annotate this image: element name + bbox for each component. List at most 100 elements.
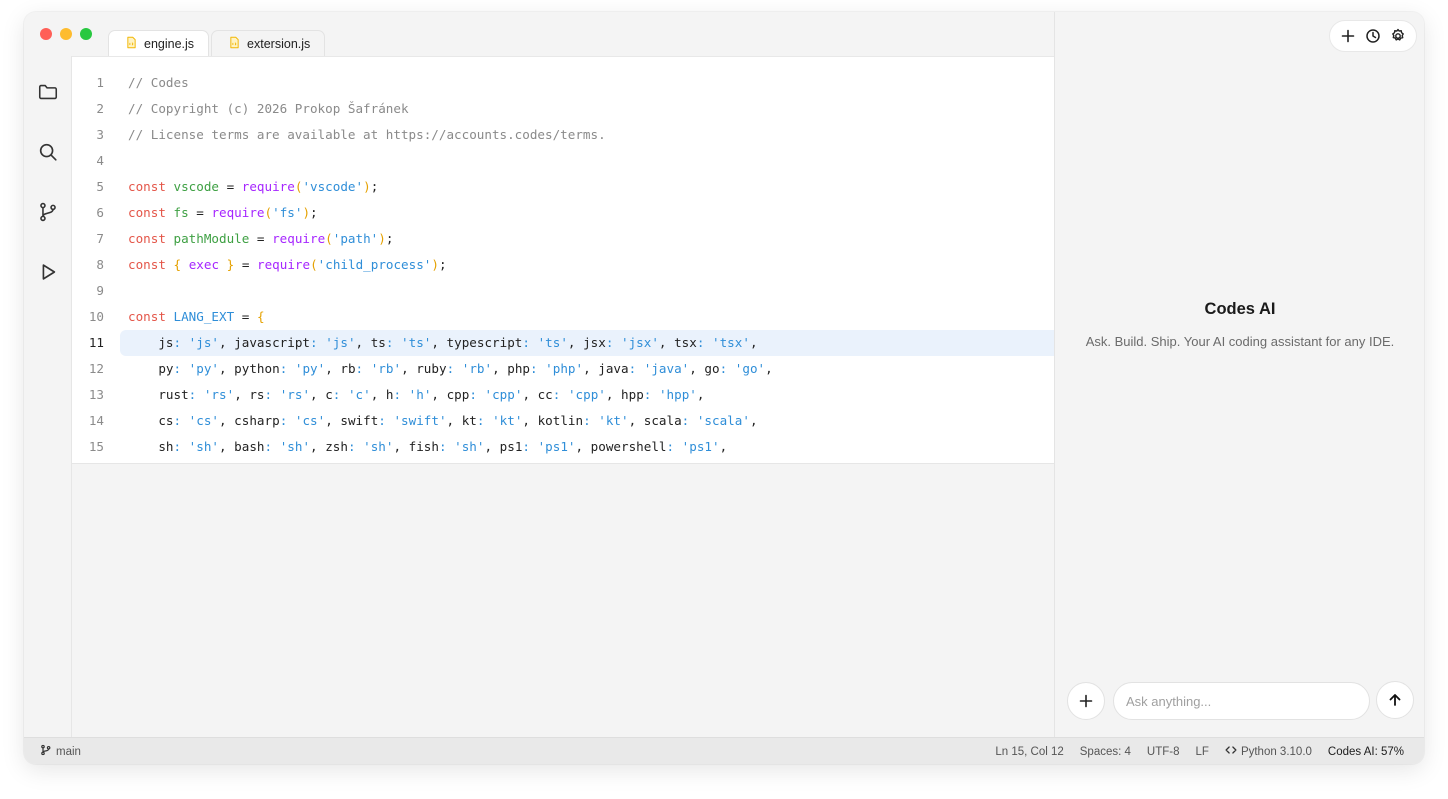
token-string: 'sh' [355,439,394,454]
settings-gear-icon[interactable] [1389,27,1407,45]
code-line[interactable]: 6 const fs = require('fs'); [72,200,1054,226]
indentation-setting[interactable]: Spaces: 4 [1080,746,1131,758]
ai-usage-status[interactable]: Codes AI: 57% [1328,746,1404,758]
code-line[interactable]: 3 // License terms are available at https… [72,122,1054,148]
code-line[interactable]: 4 [72,148,1054,174]
code-line[interactable]: 8 const { exec } = require('child_process… [72,252,1054,278]
code-text: // License terms are available at https:… [128,122,606,148]
token-identifier: = [219,179,242,194]
token-identifier: cs [128,413,174,428]
zoom-window-button[interactable] [80,28,92,40]
send-button[interactable] [1376,681,1414,719]
search-icon[interactable] [37,141,59,163]
token-identifier: = [234,309,257,324]
ai-panel-description: Ask. Build. Ship. Your AI coding assista… [1085,334,1395,349]
token-string: : [522,439,530,454]
minimize-window-button[interactable] [60,28,72,40]
token-identifier: , ps1 [484,439,523,454]
token-function: require [241,179,295,194]
line-number: 13 [88,387,104,402]
token-bracket: ( [310,257,318,272]
tab-extersion-js[interactable]: extersion.js [211,30,326,56]
line-number: 6 [96,205,104,220]
end-of-line[interactable]: LF [1196,746,1209,758]
token-identifier: , swift [325,413,379,428]
git-branch-icon [40,744,52,759]
code-line[interactable]: 14 cs: 'cs', csharp: 'cs', swift: 'swift… [72,408,1054,434]
explorer-folder-icon[interactable] [37,81,59,103]
code-line[interactable]: 7 const pathModule = require('path'); [72,226,1054,252]
source-control-icon[interactable] [37,201,59,223]
token-string: 'c' [340,387,371,402]
token-function: exec [188,257,220,272]
run-play-icon[interactable] [37,261,59,283]
code-editor[interactable]: 1 // Codes 2 // Copyright (c) 2026 Prokop Š… [72,56,1054,464]
code-line[interactable]: 5 const vscode = require('vscode'); [72,174,1054,200]
code-text: py: 'py', python: 'py', rb: 'rb', ruby: … [128,356,773,382]
code-text: js: 'js', javascript: 'js', ts: 'ts', ty… [128,330,757,356]
line-number: 5 [96,179,104,194]
code-brackets-icon [1225,744,1237,759]
code-line[interactable]: 9 [72,278,1054,304]
token-keyword: const [128,231,166,246]
token-string: : [666,439,675,454]
token-identifier [219,257,227,272]
token-keyword: const [128,309,166,324]
token-string: 'kt' [590,413,629,428]
token-identifier: , python [219,361,280,376]
cursor-position[interactable]: Ln 15, Col 12 [995,746,1063,758]
token-string: : [347,439,356,454]
token-identifier [166,205,174,220]
token-string: : [264,387,273,402]
ask-anything-input[interactable] [1113,682,1370,720]
line-number: 4 [96,153,104,168]
token-identifier: , [765,361,773,376]
token-function: require [256,257,311,272]
token-variable: fs [173,205,189,220]
code-line[interactable]: 1 // Codes [72,70,1054,96]
token-identifier: , rb [325,361,356,376]
language-mode[interactable]: Python 3.10.0 [1225,744,1312,759]
token-string: 'vscode' [302,179,364,194]
token-comment: // Copyright (c) 2026 Prokop Šafránek [128,101,409,116]
code-line[interactable]: 10 const LANG_EXT = { [72,304,1054,330]
status-bar: main Ln 15, Col 12 Spaces: 4 UTF-8 LF Py… [24,737,1424,764]
close-window-button[interactable] [40,28,52,40]
token-identifier: , tsx [658,335,697,350]
token-identifier: , java [583,361,629,376]
ai-panel-title: Codes AI [1204,300,1276,318]
tab-engine-js[interactable]: engine.js [108,30,210,56]
token-variable: pathModule [173,231,250,246]
token-string: : [583,413,591,428]
token-identifier: , csharp [219,413,280,428]
token-identifier: ; [438,257,447,272]
code-line[interactable]: 13 rust: 'rs', rs: 'rs', c: 'c', h: 'h',… [72,382,1054,408]
ai-panel-toolbar [1329,20,1417,52]
code-text: const vscode = require('vscode'); [128,174,378,200]
token-string: 'ps1' [530,439,576,454]
line-number: 1 [96,75,104,90]
attach-plus-button[interactable] [1067,682,1105,720]
token-string: 'jsx' [613,335,659,350]
code-line[interactable]: 12 py: 'py', python: 'py', rb: 'rb', rub… [72,356,1054,382]
code-line[interactable]: 2 // Copyright (c) 2026 Prokop Šafránek [72,96,1054,122]
file-encoding[interactable]: UTF-8 [1147,746,1180,758]
token-identifier: = [188,205,212,220]
code-line[interactable]: 11 js: 'js', javascript: 'js', ts: 'ts',… [72,330,1054,356]
line-number: 9 [96,283,104,298]
token-string: 'tsx' [704,335,750,350]
token-string: LANG_EXT [173,309,235,324]
token-string: 'path' [332,231,379,246]
token-identifier: , zsh [310,439,348,454]
token-identifier: , typescript [431,335,523,350]
token-comment: // Codes [128,75,189,90]
new-chat-plus-icon[interactable] [1339,27,1357,45]
line-number: 3 [96,127,104,142]
token-string: 'go' [727,361,766,376]
branch-name: main [56,745,81,758]
token-identifier [166,179,174,194]
branch-indicator[interactable]: main [40,738,81,764]
code-line[interactable]: 15 sh: 'sh', bash: 'sh', zsh: 'sh', fish… [72,434,1054,460]
history-clock-icon[interactable] [1364,27,1382,45]
token-identifier: , kotlin [522,413,584,428]
